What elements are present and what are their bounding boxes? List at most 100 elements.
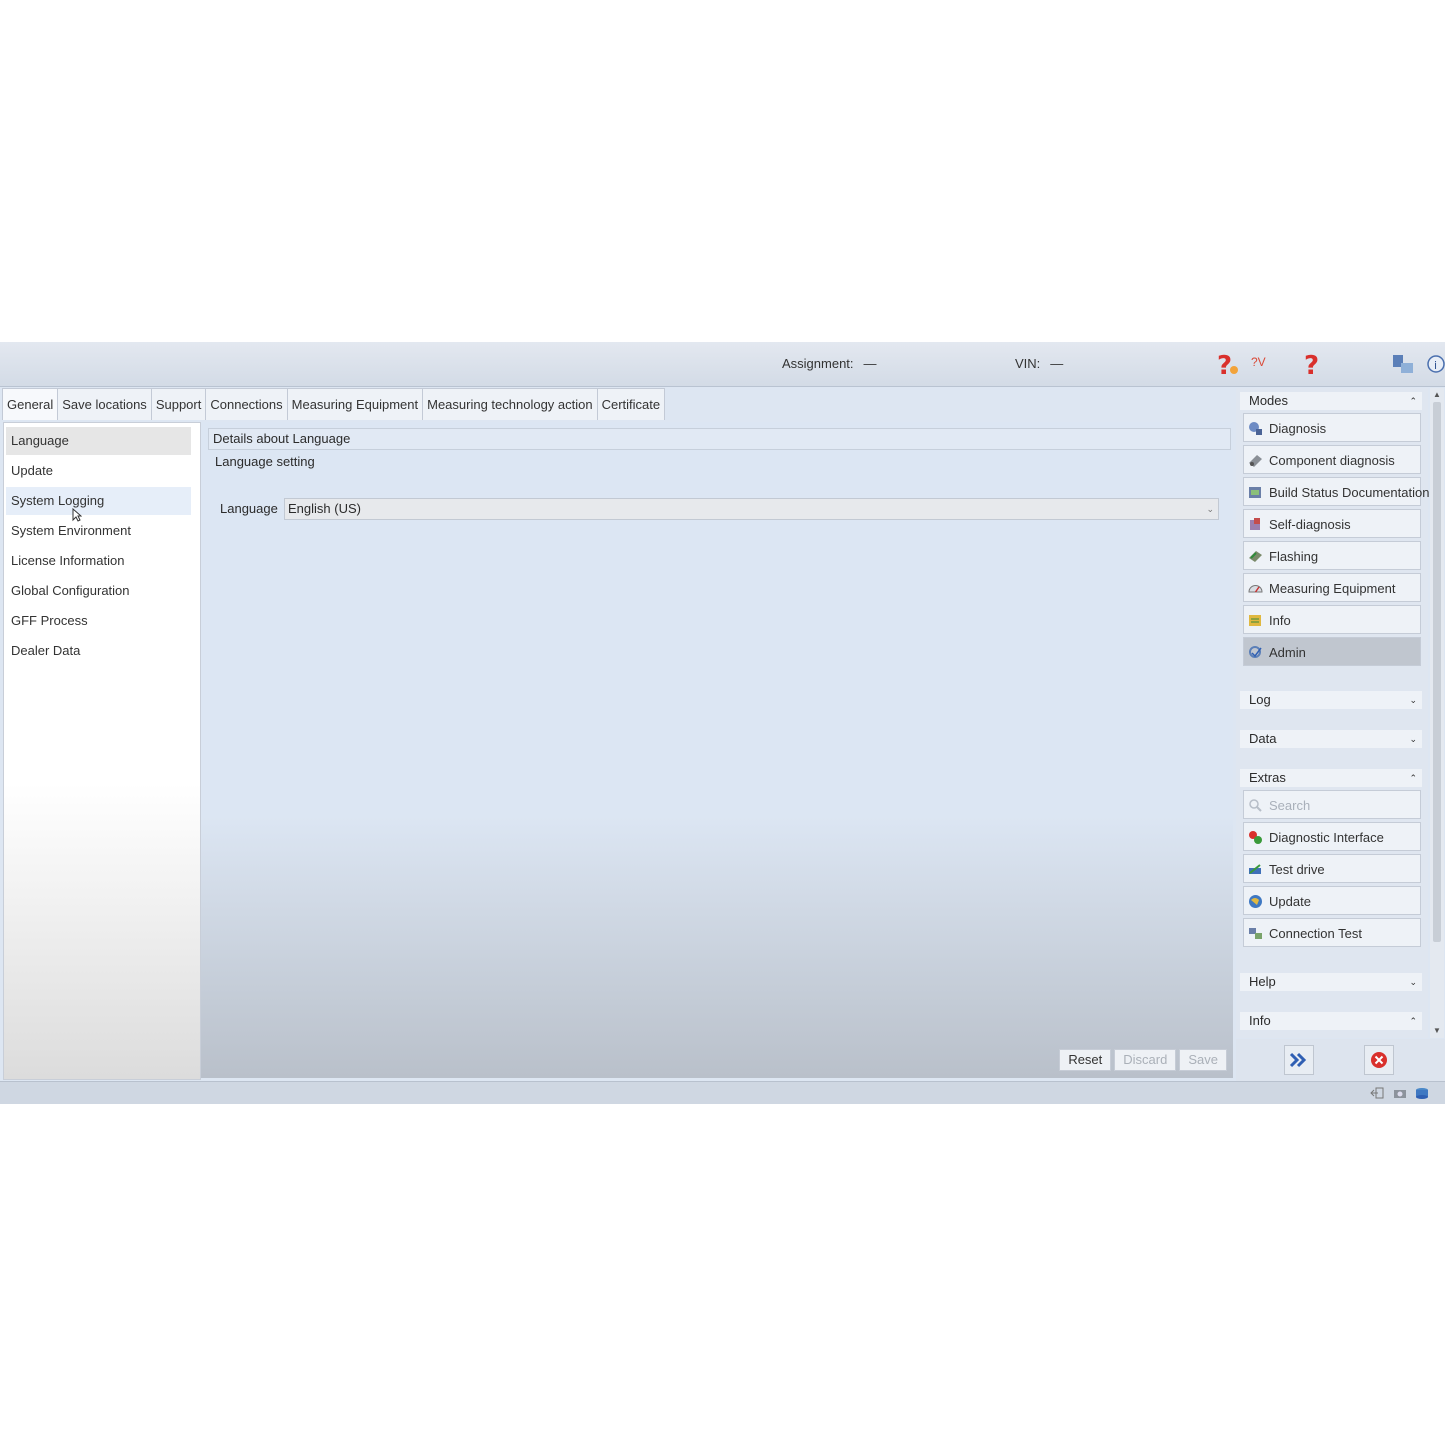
settings-nav: Language Update System Logging System En…	[3, 422, 201, 1080]
tab-support[interactable]: Support	[150, 388, 207, 420]
nav-item-system-environment[interactable]: System Environment	[6, 517, 191, 545]
self-diagnosis-icon	[1250, 518, 1260, 530]
nav-item-update[interactable]: Update	[6, 457, 191, 485]
database-icon[interactable]	[1415, 1087, 1429, 1099]
connection-icon	[1249, 928, 1262, 939]
tab-measuring-equipment[interactable]: Measuring Equipment	[286, 388, 424, 420]
settings-tabs: General Save locations Support Connectio…	[2, 388, 666, 421]
vin-value: —	[1050, 356, 1064, 371]
collapse-icon: ⌃	[1409, 773, 1417, 783]
extras-header[interactable]: Extras ⌃	[1240, 769, 1422, 787]
network-icon[interactable]	[1389, 350, 1417, 378]
mode-admin[interactable]: Admin	[1243, 637, 1421, 666]
extra-diagnostic-interface[interactable]: Diagnostic Interface	[1243, 822, 1421, 851]
mode-measuring-equipment[interactable]: Measuring Equipment	[1243, 573, 1421, 602]
mode-flashing[interactable]: Flashing	[1243, 541, 1421, 570]
mouse-cursor-icon	[72, 508, 82, 522]
language-select[interactable]: English (US) ⌄	[284, 498, 1219, 520]
mode-component-diagnosis[interactable]: Component diagnosis	[1243, 445, 1421, 474]
mode-label: Measuring Equipment	[1269, 581, 1396, 596]
expand-icon: ⌄	[1409, 695, 1417, 705]
modes-title: Modes	[1249, 393, 1289, 408]
extra-connection-test[interactable]: Connection Test	[1243, 918, 1421, 947]
build-status-icon	[1249, 487, 1261, 498]
assignment-field: Assignment: —	[782, 356, 877, 371]
expand-icon: ⌄	[1409, 977, 1417, 987]
double-chevron-right-icon	[1289, 1052, 1307, 1068]
mode-diagnosis[interactable]: Diagnosis	[1243, 413, 1421, 442]
nav-item-system-logging[interactable]: System Logging	[6, 487, 191, 515]
discard-button[interactable]: Discard	[1114, 1049, 1177, 1071]
tab-certificate[interactable]: Certificate	[596, 388, 666, 420]
scroll-up-icon[interactable]: ▲	[1433, 390, 1441, 399]
help-topic-icon[interactable]: ?	[1300, 350, 1328, 378]
mode-label: Flashing	[1269, 549, 1319, 564]
mode-label: Build Status Documentation	[1269, 485, 1430, 500]
header-bar: Assignment: — VIN: — ? ?V ? i	[0, 342, 1445, 387]
nav-item-dealer-data[interactable]: Dealer Data	[6, 637, 191, 665]
mode-build-status-documentation[interactable]: Build Status Documentation	[1243, 477, 1429, 506]
right-panel: Modes ⌃ Diagnosis Component diagnosis Bu…	[1236, 388, 1429, 1038]
interface-icon	[1249, 831, 1262, 844]
tab-general[interactable]: General	[2, 388, 59, 420]
info-header-icon[interactable]: i	[1422, 350, 1445, 378]
measuring-icon	[1248, 585, 1263, 593]
svg-text:?: ?	[1217, 351, 1232, 378]
info-header[interactable]: Info ⌃	[1240, 1012, 1422, 1030]
log-header[interactable]: Log ⌄	[1240, 691, 1422, 709]
language-label: Language	[220, 501, 278, 516]
assignment-label: Assignment:	[782, 356, 854, 371]
tab-save-locations[interactable]: Save locations	[57, 388, 152, 420]
main-content: Details about Language Language setting …	[201, 422, 1233, 1078]
nav-item-gff-process[interactable]: GFF Process	[6, 607, 191, 635]
data-title: Data	[1249, 731, 1277, 746]
scroll-down-icon[interactable]: ▼	[1433, 1026, 1441, 1035]
expand-icon: ⌄	[1409, 734, 1417, 744]
extra-label: Update	[1269, 894, 1311, 909]
save-button[interactable]: Save	[1179, 1049, 1227, 1071]
nav-item-license-information[interactable]: License Information	[6, 547, 191, 575]
info-icon	[1249, 615, 1261, 626]
extra-label: Search	[1269, 798, 1311, 813]
help-header[interactable]: Help ⌄	[1240, 973, 1422, 991]
assignment-value: —	[863, 356, 877, 371]
flashing-icon	[1249, 551, 1262, 562]
close-button[interactable]	[1364, 1045, 1394, 1075]
vin-field: VIN: —	[1015, 356, 1063, 371]
component-icon	[1249, 455, 1262, 467]
reset-button[interactable]: Reset	[1059, 1049, 1112, 1071]
tab-measuring-technology-action[interactable]: Measuring technology action	[422, 388, 598, 420]
svg-text:?: ?	[1304, 351, 1319, 378]
camera-icon[interactable]	[1393, 1087, 1407, 1099]
collapse-icon: ⌃	[1409, 396, 1417, 406]
modes-header[interactable]: Modes ⌃	[1240, 392, 1422, 410]
language-select-value: English (US)	[288, 501, 361, 516]
extra-label: Test drive	[1269, 862, 1325, 877]
collapse-icon: ⌃	[1409, 1016, 1417, 1026]
mode-label: Component diagnosis	[1269, 453, 1395, 468]
mode-label: Info	[1269, 613, 1291, 628]
extra-test-drive[interactable]: Test drive	[1243, 854, 1421, 883]
status-bar	[0, 1081, 1445, 1104]
extra-update[interactable]: Update	[1243, 886, 1421, 915]
logout-icon[interactable]	[1370, 1087, 1384, 1099]
search-icon	[1249, 799, 1262, 812]
mode-info[interactable]: Info	[1243, 605, 1421, 634]
diagnosis-icon	[1249, 422, 1262, 435]
mode-self-diagnosis[interactable]: Self-diagnosis	[1243, 509, 1421, 538]
panel-actions	[1236, 1039, 1445, 1081]
nav-item-language[interactable]: Language	[6, 427, 191, 455]
extra-label: Diagnostic Interface	[1269, 830, 1384, 845]
tab-connections[interactable]: Connections	[205, 388, 288, 420]
data-header[interactable]: Data ⌄	[1240, 730, 1422, 748]
scroll-thumb[interactable]	[1433, 402, 1441, 942]
right-panel-scrollbar[interactable]: ▲ ▼	[1430, 388, 1444, 1038]
svg-text:i: i	[1434, 359, 1437, 372]
forward-button[interactable]	[1284, 1045, 1314, 1075]
section-label: Language setting	[215, 454, 315, 469]
help-question-icon[interactable]: ?	[1214, 350, 1242, 378]
extra-search[interactable]: Search	[1243, 790, 1421, 819]
help-version-text[interactable]: ?V	[1251, 355, 1266, 369]
details-title: Details about Language	[208, 428, 1231, 450]
nav-item-global-configuration[interactable]: Global Configuration	[6, 577, 191, 605]
